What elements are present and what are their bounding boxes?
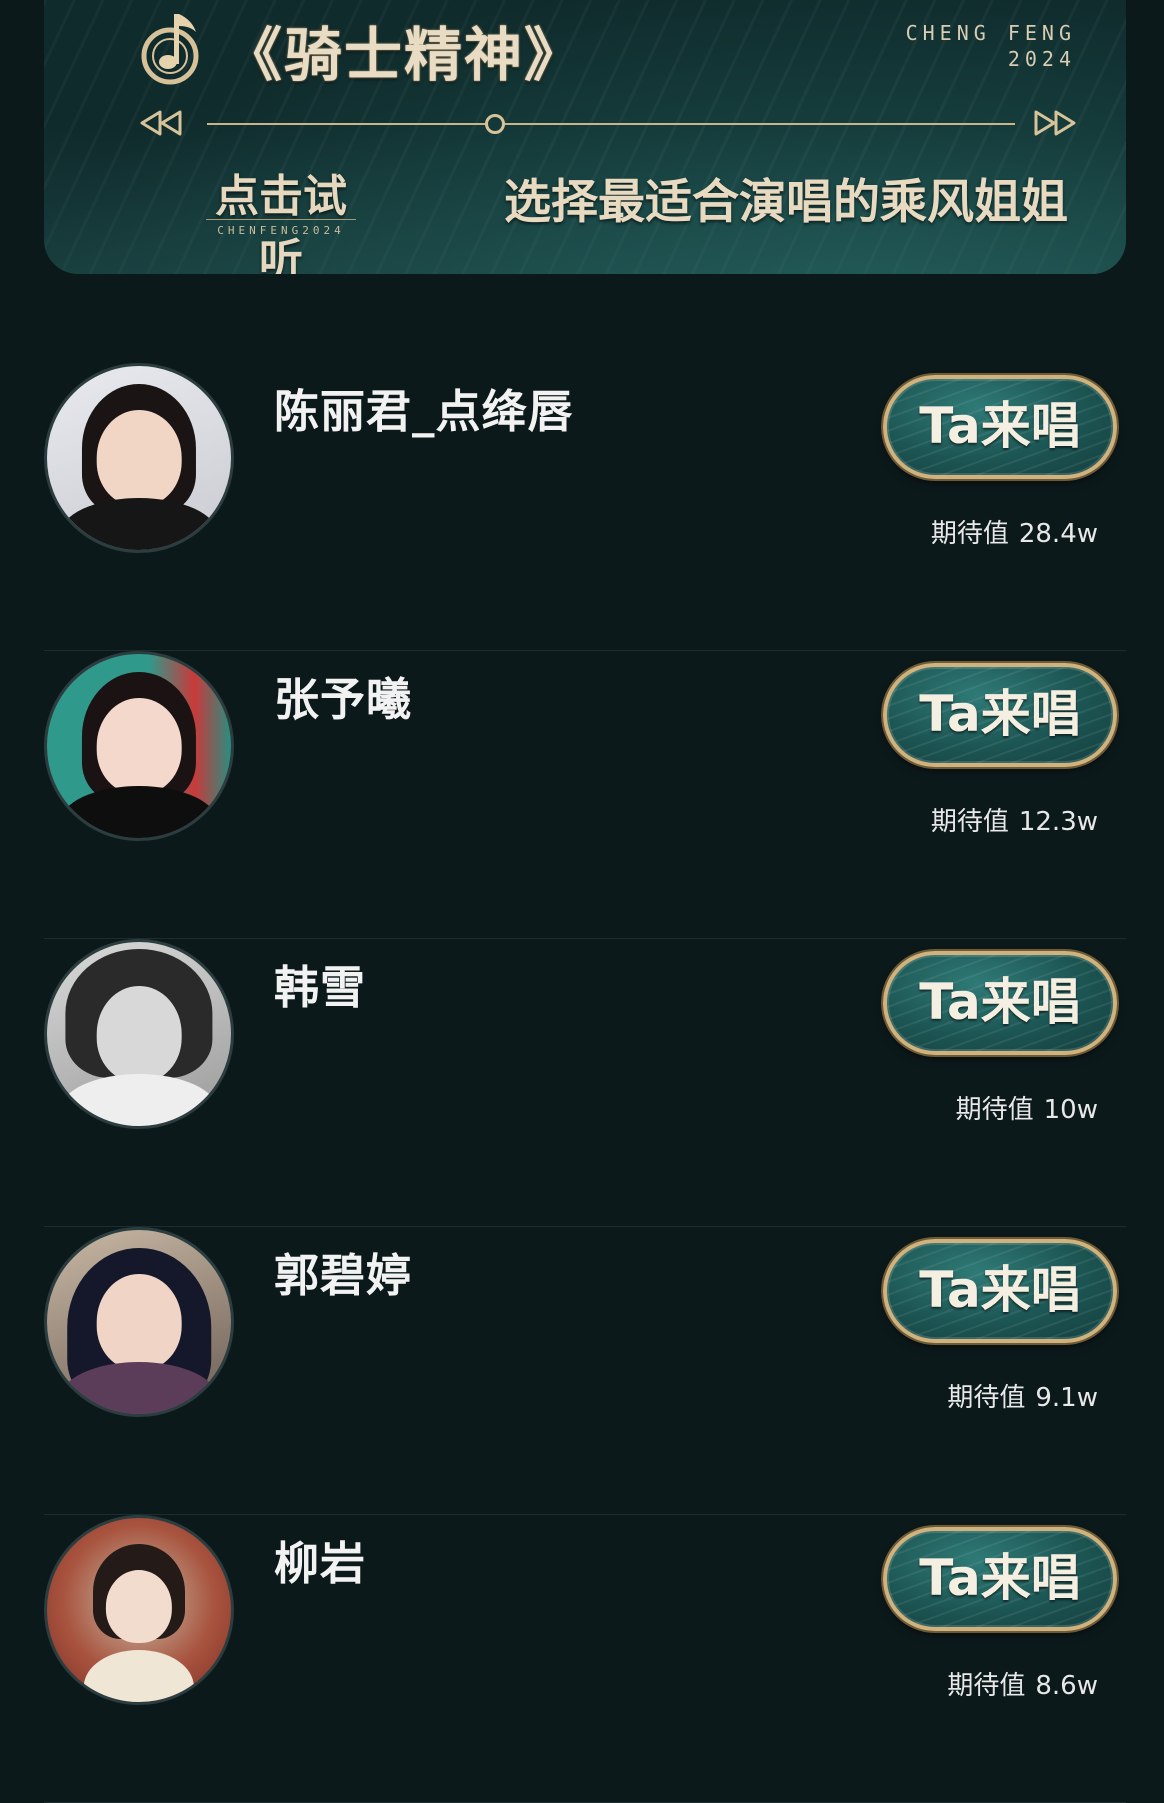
music-note-icon <box>140 6 210 86</box>
candidate-row: 陈丽君_点绛唇 Ta来唱 期待值 28.4w <box>44 363 1126 651</box>
sing-button[interactable]: Ta来唱 <box>883 1239 1117 1343</box>
expectation-label: 期待值 <box>955 1095 1034 1125</box>
fast-forward-icon[interactable] <box>1032 108 1078 138</box>
brand-text: CHENG FENG 2024 <box>906 20 1076 72</box>
candidate-row: 郭碧婷 Ta来唱 期待值 9.1w <box>44 1227 1126 1515</box>
sing-button[interactable]: Ta来唱 <box>883 663 1117 767</box>
progress-knob[interactable] <box>485 114 505 134</box>
candidate-name: 韩雪 <box>274 961 367 1014</box>
expectation-number: 10w <box>1043 1095 1098 1125</box>
expectation-label: 期待值 <box>947 1671 1026 1701</box>
brand-line-1: CHENG FENG <box>905 21 1076 45</box>
sing-button[interactable]: Ta来唱 <box>883 375 1117 479</box>
song-title: 《骑士精神》 <box>224 21 585 89</box>
brand-line-2: 2024 <box>1007 47 1076 71</box>
expectation-value: 期待值 10w <box>956 1089 1098 1126</box>
expectation-number: 9.1w <box>1035 1383 1098 1413</box>
expectation-value: 期待值 28.4w <box>931 513 1098 550</box>
avatar <box>44 939 234 1129</box>
expectation-number: 28.4w <box>1018 519 1098 549</box>
candidate-row: 柳岩 Ta来唱 期待值 8.6w <box>44 1515 1126 1803</box>
progress-track[interactable] <box>207 123 1015 125</box>
expectation-number: 8.6w <box>1035 1671 1098 1701</box>
candidate-name: 郭碧婷 <box>274 1249 413 1302</box>
expectation-label: 期待值 <box>947 1383 1026 1413</box>
candidate-row: 韩雪 Ta来唱 期待值 10w <box>44 939 1126 1227</box>
listen-button[interactable]: 点击试听 <box>196 160 366 274</box>
expectation-number: 12.3w <box>1018 807 1098 837</box>
header-banner: 《骑士精神》 CHENG FENG 2024 点击试听 CHENFENG2024… <box>44 0 1126 274</box>
expectation-label: 期待值 <box>930 807 1009 837</box>
expectation-value: 期待值 12.3w <box>931 801 1098 838</box>
candidate-name: 陈丽君_点绛唇 <box>274 385 574 438</box>
expectation-label: 期待值 <box>930 519 1009 549</box>
expectation-value: 期待值 8.6w <box>947 1665 1098 1702</box>
candidate-row: 张予曦 Ta来唱 期待值 12.3w <box>44 651 1126 939</box>
listen-underline <box>206 219 356 220</box>
candidate-name: 柳岩 <box>274 1537 367 1590</box>
rewind-icon[interactable] <box>138 108 184 138</box>
avatar <box>44 1227 234 1417</box>
avatar <box>44 1515 234 1705</box>
banner-subtitle: 选择最适合演唱的乘风姐姐 <box>504 175 1068 230</box>
avatar <box>44 651 234 841</box>
sing-button[interactable]: Ta来唱 <box>883 1527 1117 1631</box>
expectation-value: 期待值 9.1w <box>947 1377 1098 1414</box>
candidate-name: 张予曦 <box>274 673 413 726</box>
sing-button[interactable]: Ta来唱 <box>883 951 1117 1055</box>
listen-subtext: CHENFENG2024 <box>217 224 345 237</box>
avatar <box>44 363 234 553</box>
